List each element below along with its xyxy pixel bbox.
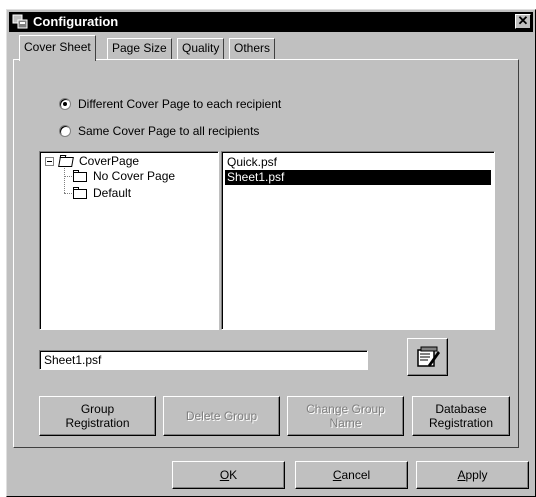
tree-node-default[interactable]: Default — [73, 186, 131, 201]
cancel-label: ancel — [341, 468, 371, 482]
apply-label: pply — [465, 468, 488, 482]
tree-node-no-cover-page[interactable]: No Cover Page — [73, 169, 175, 184]
list-item[interactable]: Quick.psf — [225, 155, 279, 170]
tree-node-label: No Cover Page — [93, 169, 176, 183]
ok-label: K — [229, 468, 238, 482]
folder-icon — [73, 186, 87, 199]
close-icon: ✕ — [517, 13, 529, 28]
tab-others[interactable]: Others — [229, 38, 276, 59]
radio-button[interactable] — [59, 125, 71, 137]
tree-node-label: CoverPage — [79, 154, 140, 168]
list-item-selected[interactable]: Sheet1.psf — [225, 170, 491, 185]
tree-connector — [64, 176, 72, 177]
tree-connector — [64, 168, 66, 193]
title-bar[interactable]: Configuration ✕ — [9, 12, 533, 32]
collapse-icon[interactable] — [45, 157, 54, 166]
tree-node-label: Default — [93, 186, 132, 200]
ok-button[interactable]: OK — [172, 461, 285, 489]
delete-group-button[interactable]: Delete Group — [163, 396, 280, 436]
radio-different-cover[interactable]: Different Cover Page to each recipient — [59, 96, 281, 112]
radio-same-cover[interactable]: Same Cover Page to all recipients — [59, 123, 259, 139]
close-button[interactable]: ✕ — [515, 14, 531, 29]
notepad-edit-icon — [416, 346, 440, 367]
window-title: Configuration — [33, 14, 119, 29]
database-registration-button[interactable]: Database Registration — [412, 396, 510, 436]
tab-label: Page Size — [112, 41, 167, 55]
group-registration-button[interactable]: Group Registration — [39, 396, 156, 436]
filename-field[interactable]: Sheet1.psf — [39, 350, 368, 370]
change-group-name-button[interactable]: Change Group Name — [287, 396, 404, 436]
tab-label: Cover Sheet — [24, 40, 91, 54]
tree-connector — [64, 193, 72, 194]
tab-label: Quality — [182, 41, 220, 55]
cover-page-tree[interactable]: CoverPage No Cover Page Default — [39, 151, 219, 330]
tree-node-coverpage[interactable]: CoverPage — [45, 154, 139, 169]
radio-label: Different Cover Page to each recipient — [78, 97, 282, 111]
app-icon — [12, 14, 28, 29]
apply-mnemonic: A — [457, 468, 466, 482]
filename-value: Sheet1.psf — [44, 353, 102, 367]
edit-cover-button[interactable] — [407, 338, 448, 376]
tab-page-size[interactable]: Page Size — [107, 38, 172, 59]
radio-label: Same Cover Page to all recipients — [78, 124, 260, 138]
tab-label: Others — [234, 41, 271, 55]
cover-file-list[interactable]: Quick.psf Sheet1.psf — [221, 151, 495, 330]
radio-button-checked[interactable] — [59, 98, 71, 110]
folder-icon — [73, 169, 87, 182]
tab-quality[interactable]: Quality — [177, 38, 225, 59]
open-folder-icon — [58, 156, 74, 167]
tab-cover-sheet[interactable]: Cover Sheet — [19, 35, 96, 61]
cover-sheet-panel: Different Cover Page to each recipient S… — [13, 59, 519, 448]
cancel-button[interactable]: Cancel — [295, 461, 408, 489]
ok-mnemonic: O — [219, 468, 230, 482]
apply-button[interactable]: Apply — [416, 461, 529, 489]
